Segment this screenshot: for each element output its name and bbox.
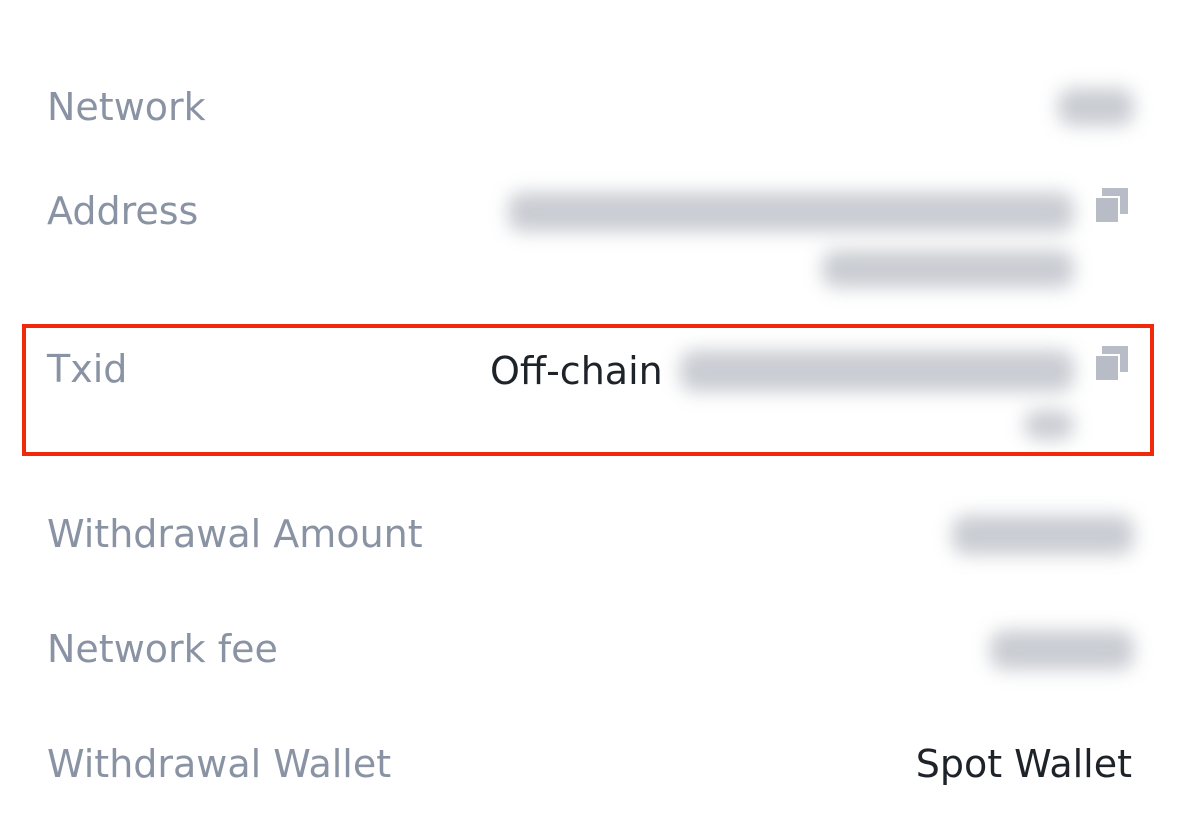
network-value-redacted (1058, 88, 1134, 126)
network-fee-label: Network fee (47, 627, 278, 671)
copy-icon[interactable] (1094, 188, 1128, 224)
txid-highlight-box (22, 324, 1154, 456)
address-label: Address (47, 189, 199, 233)
network-fee-value-redacted (990, 630, 1134, 670)
withdrawal-amount-label: Withdrawal Amount (47, 512, 423, 556)
withdrawal-wallet-value: Spot Wallet (915, 742, 1132, 786)
withdrawal-wallet-label: Withdrawal Wallet (47, 742, 392, 786)
network-label: Network (47, 85, 206, 129)
withdrawal-amount-value-redacted (952, 515, 1134, 555)
address-value-redacted-line2 (822, 250, 1074, 288)
address-value-redacted-line1 (508, 192, 1074, 232)
